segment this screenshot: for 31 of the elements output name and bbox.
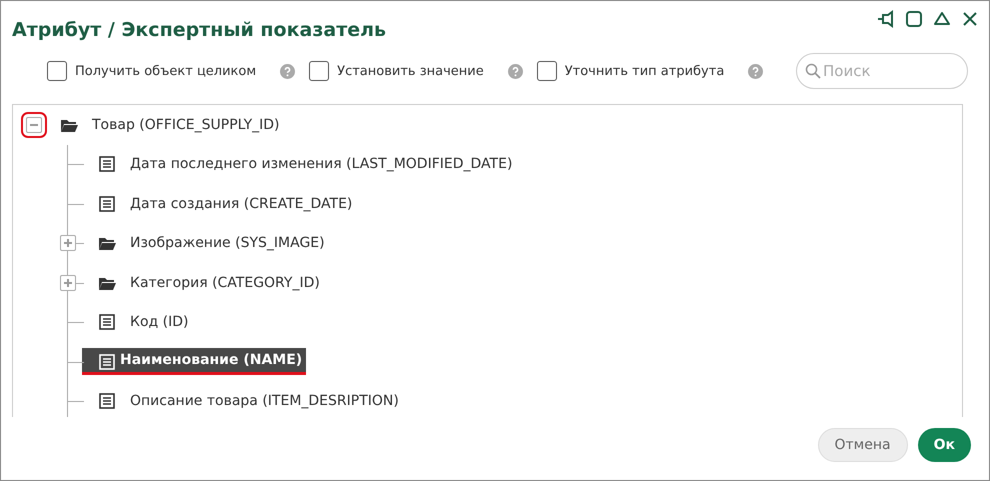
checkbox-label[interactable]: Установить значение — [337, 64, 484, 78]
checkbox[interactable] — [47, 61, 67, 81]
tree-item[interactable]: Описание товара (ITEM_DESRIPTION) — [126, 389, 403, 414]
collapse-icon[interactable] — [933, 10, 951, 28]
list-icon — [98, 393, 116, 410]
list-icon — [98, 354, 116, 370]
tree-item[interactable]: Код (ID) — [126, 310, 192, 334]
expand-toggle[interactable] — [60, 274, 76, 291]
expand-toggle[interactable] — [60, 235, 76, 252]
maximize-icon[interactable] — [905, 10, 923, 28]
checkbox-label[interactable]: Уточнить тип атрибута — [564, 64, 724, 78]
tree-item[interactable]: Дата создания (CREATE_DATE) — [126, 192, 356, 216]
pin-icon[interactable] — [877, 10, 895, 28]
cancel-button[interactable]: Отмена — [818, 428, 908, 462]
list-icon — [98, 314, 116, 330]
tree-item[interactable]: Дата последнего изменения (LAST_MODIFIED_DATE) — [126, 152, 516, 176]
checkbox[interactable] — [309, 61, 330, 81]
folder-icon — [98, 235, 116, 252]
list-icon — [98, 156, 116, 172]
checkbox[interactable] — [536, 61, 557, 81]
close-icon[interactable] — [961, 10, 979, 28]
list-icon — [98, 196, 116, 212]
tree-item[interactable]: Изображение (SYS_IMAGE) — [126, 231, 329, 256]
checkbox-label[interactable]: Получить объект целиком — [75, 64, 256, 78]
tree-item[interactable]: Товар (OFFICE_SUPPLY_ID) — [88, 112, 284, 137]
search-icon — [805, 63, 821, 79]
search-field[interactable]: Поиск — [796, 53, 968, 89]
ok-button[interactable]: Ок — [918, 428, 971, 462]
window-title: Атрибут / Экспертный показатель — [12, 19, 386, 41]
tree-item[interactable]: Категория (CATEGORY_ID) — [126, 270, 324, 295]
tree-item[interactable]: Наименование (NAME) — [82, 348, 306, 376]
